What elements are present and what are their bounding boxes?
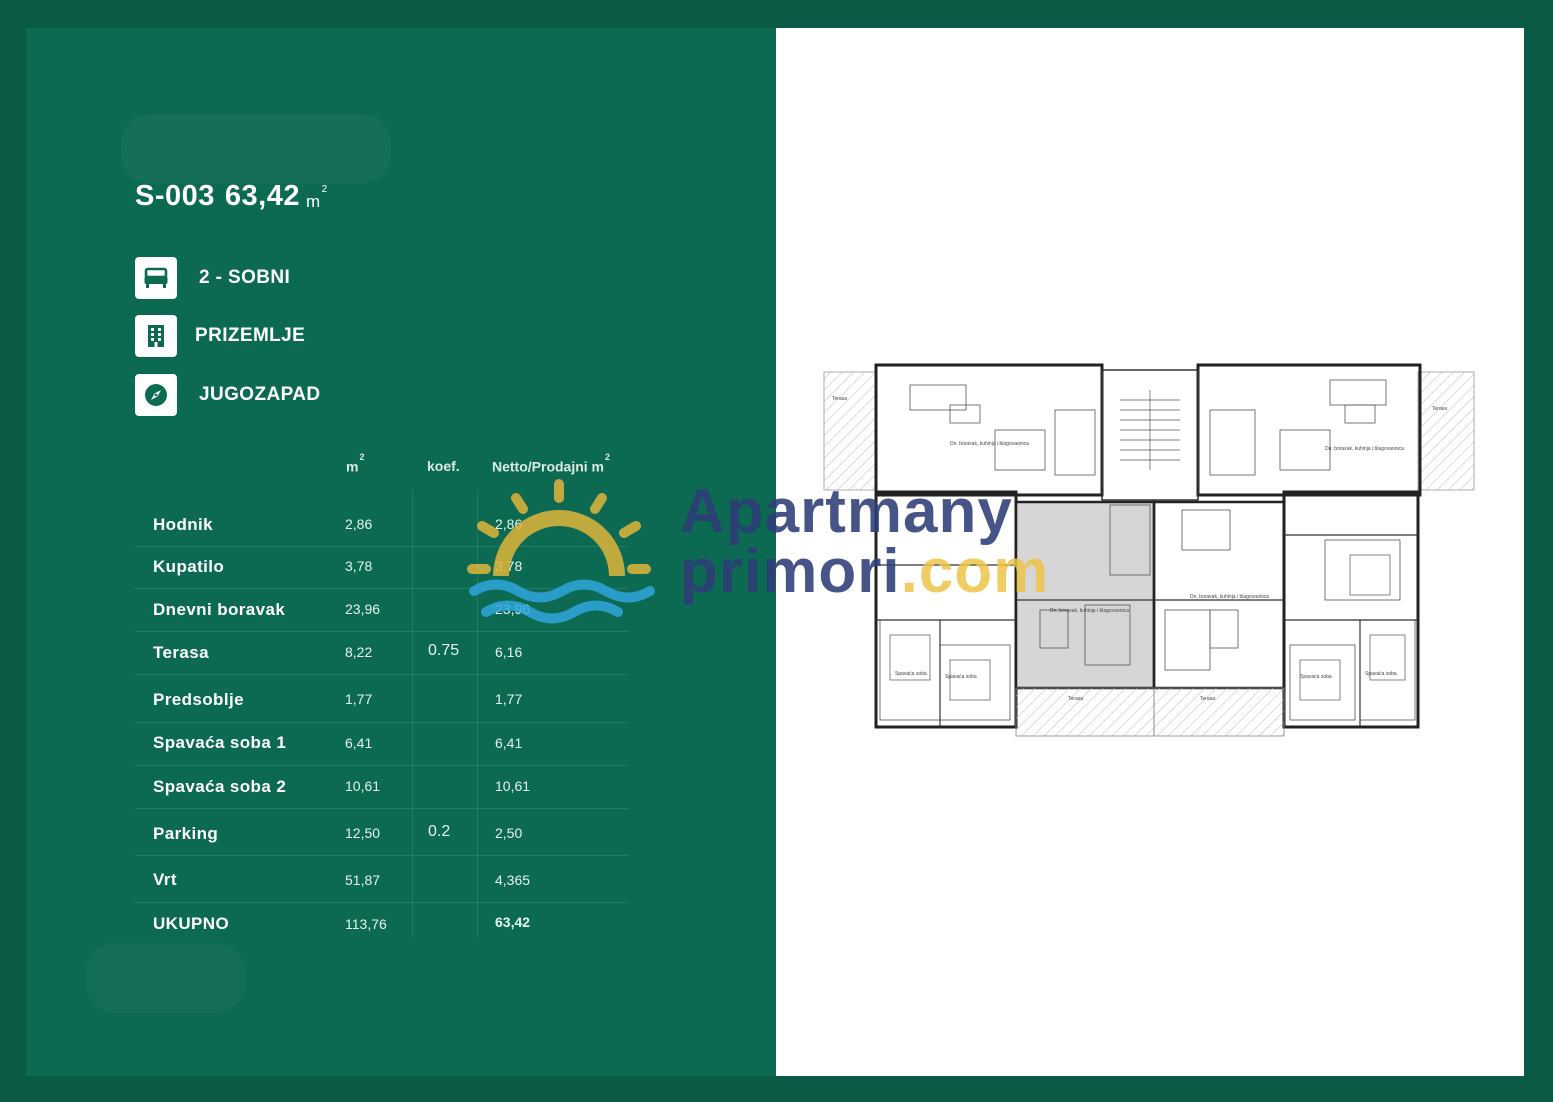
unit-info-panel: S-003 63,42 m2 2 - SOBNI PRIZEMLJE JUGOZ… bbox=[26, 28, 776, 1076]
building-icon bbox=[135, 315, 177, 357]
floor-plan-drawing: Dn. boravak, kuhinja i blagovaonica Dn. … bbox=[823, 363, 1475, 737]
header-netto: Netto/Prodajni m2 bbox=[492, 452, 611, 475]
area-unit: m2 bbox=[305, 184, 328, 211]
svg-text:Dn. boravak, kuhinja i blagova: Dn. boravak, kuhinja i blagovaonica bbox=[1325, 446, 1404, 452]
table-row: Predsoblje 1,77 1,77 bbox=[135, 674, 629, 723]
unit-title: S-003 63,42 m2 bbox=[135, 180, 328, 213]
table-row: Spavaća soba 1 6,41 6,41 bbox=[135, 722, 629, 766]
svg-text:Spavaća soba: Spavaća soba bbox=[895, 671, 927, 677]
table-row: Vrt 51,87 4,365 bbox=[135, 855, 629, 903]
feature-floor: PRIZEMLJE bbox=[135, 315, 305, 357]
svg-text:Spavaća soba: Spavaća soba bbox=[1300, 674, 1332, 680]
faded-logo-bottom bbox=[86, 943, 246, 1013]
compass-icon bbox=[135, 374, 177, 416]
svg-text:Dn. boravak, kuhinja i blagova: Dn. boravak, kuhinja i blagovaonica bbox=[950, 441, 1029, 447]
unit-area: 63,42 bbox=[224, 180, 300, 212]
header-koef: koef. bbox=[427, 458, 460, 474]
svg-text:Spavaća soba: Spavaća soba bbox=[1365, 671, 1397, 677]
header-m2: m2 bbox=[346, 452, 365, 475]
feature-orientation: JUGOZAPAD bbox=[135, 374, 320, 416]
svg-text:Terasa: Terasa bbox=[1432, 406, 1447, 412]
table-row: Terasa 8,22 0.75 6,16 bbox=[135, 631, 629, 675]
table-row: Parking 12,50 0.2 2,50 bbox=[135, 808, 629, 856]
feature-label: PRIZEMLJE bbox=[195, 325, 306, 346]
table-row: Kupatilo 3,78 3,78 bbox=[135, 546, 629, 589]
bed-icon bbox=[135, 257, 177, 299]
svg-text:Terasa: Terasa bbox=[832, 396, 847, 402]
table-row: Hodnik 2,86 2,86 bbox=[135, 503, 629, 547]
svg-text:Dn. boravak, kuhinja i blagova: Dn. boravak, kuhinja i blagovaonica bbox=[1190, 594, 1269, 600]
feature-rooms: 2 - SOBNI bbox=[135, 257, 290, 299]
svg-text:Spavaća soba: Spavaća soba bbox=[945, 674, 977, 680]
table-row: Dnevni boravak 23,96 23,96 bbox=[135, 588, 629, 632]
svg-text:Dn. boravak, kuhinja i blagova: Dn. boravak, kuhinja i blagovaonica bbox=[1050, 608, 1129, 614]
unit-id: S-003 bbox=[135, 180, 215, 212]
table-row-total: UKUPNO 113,76 63,42 bbox=[153, 914, 531, 933]
svg-text:Terasa: Terasa bbox=[1068, 696, 1083, 702]
table-row: Spavaća soba 2 10,61 10,61 bbox=[135, 765, 629, 809]
feature-label: 2 - SOBNI bbox=[199, 267, 291, 288]
svg-text:Terasa: Terasa bbox=[1200, 696, 1215, 702]
faded-logo bbox=[121, 114, 391, 184]
feature-label: JUGOZAPAD bbox=[199, 384, 321, 405]
